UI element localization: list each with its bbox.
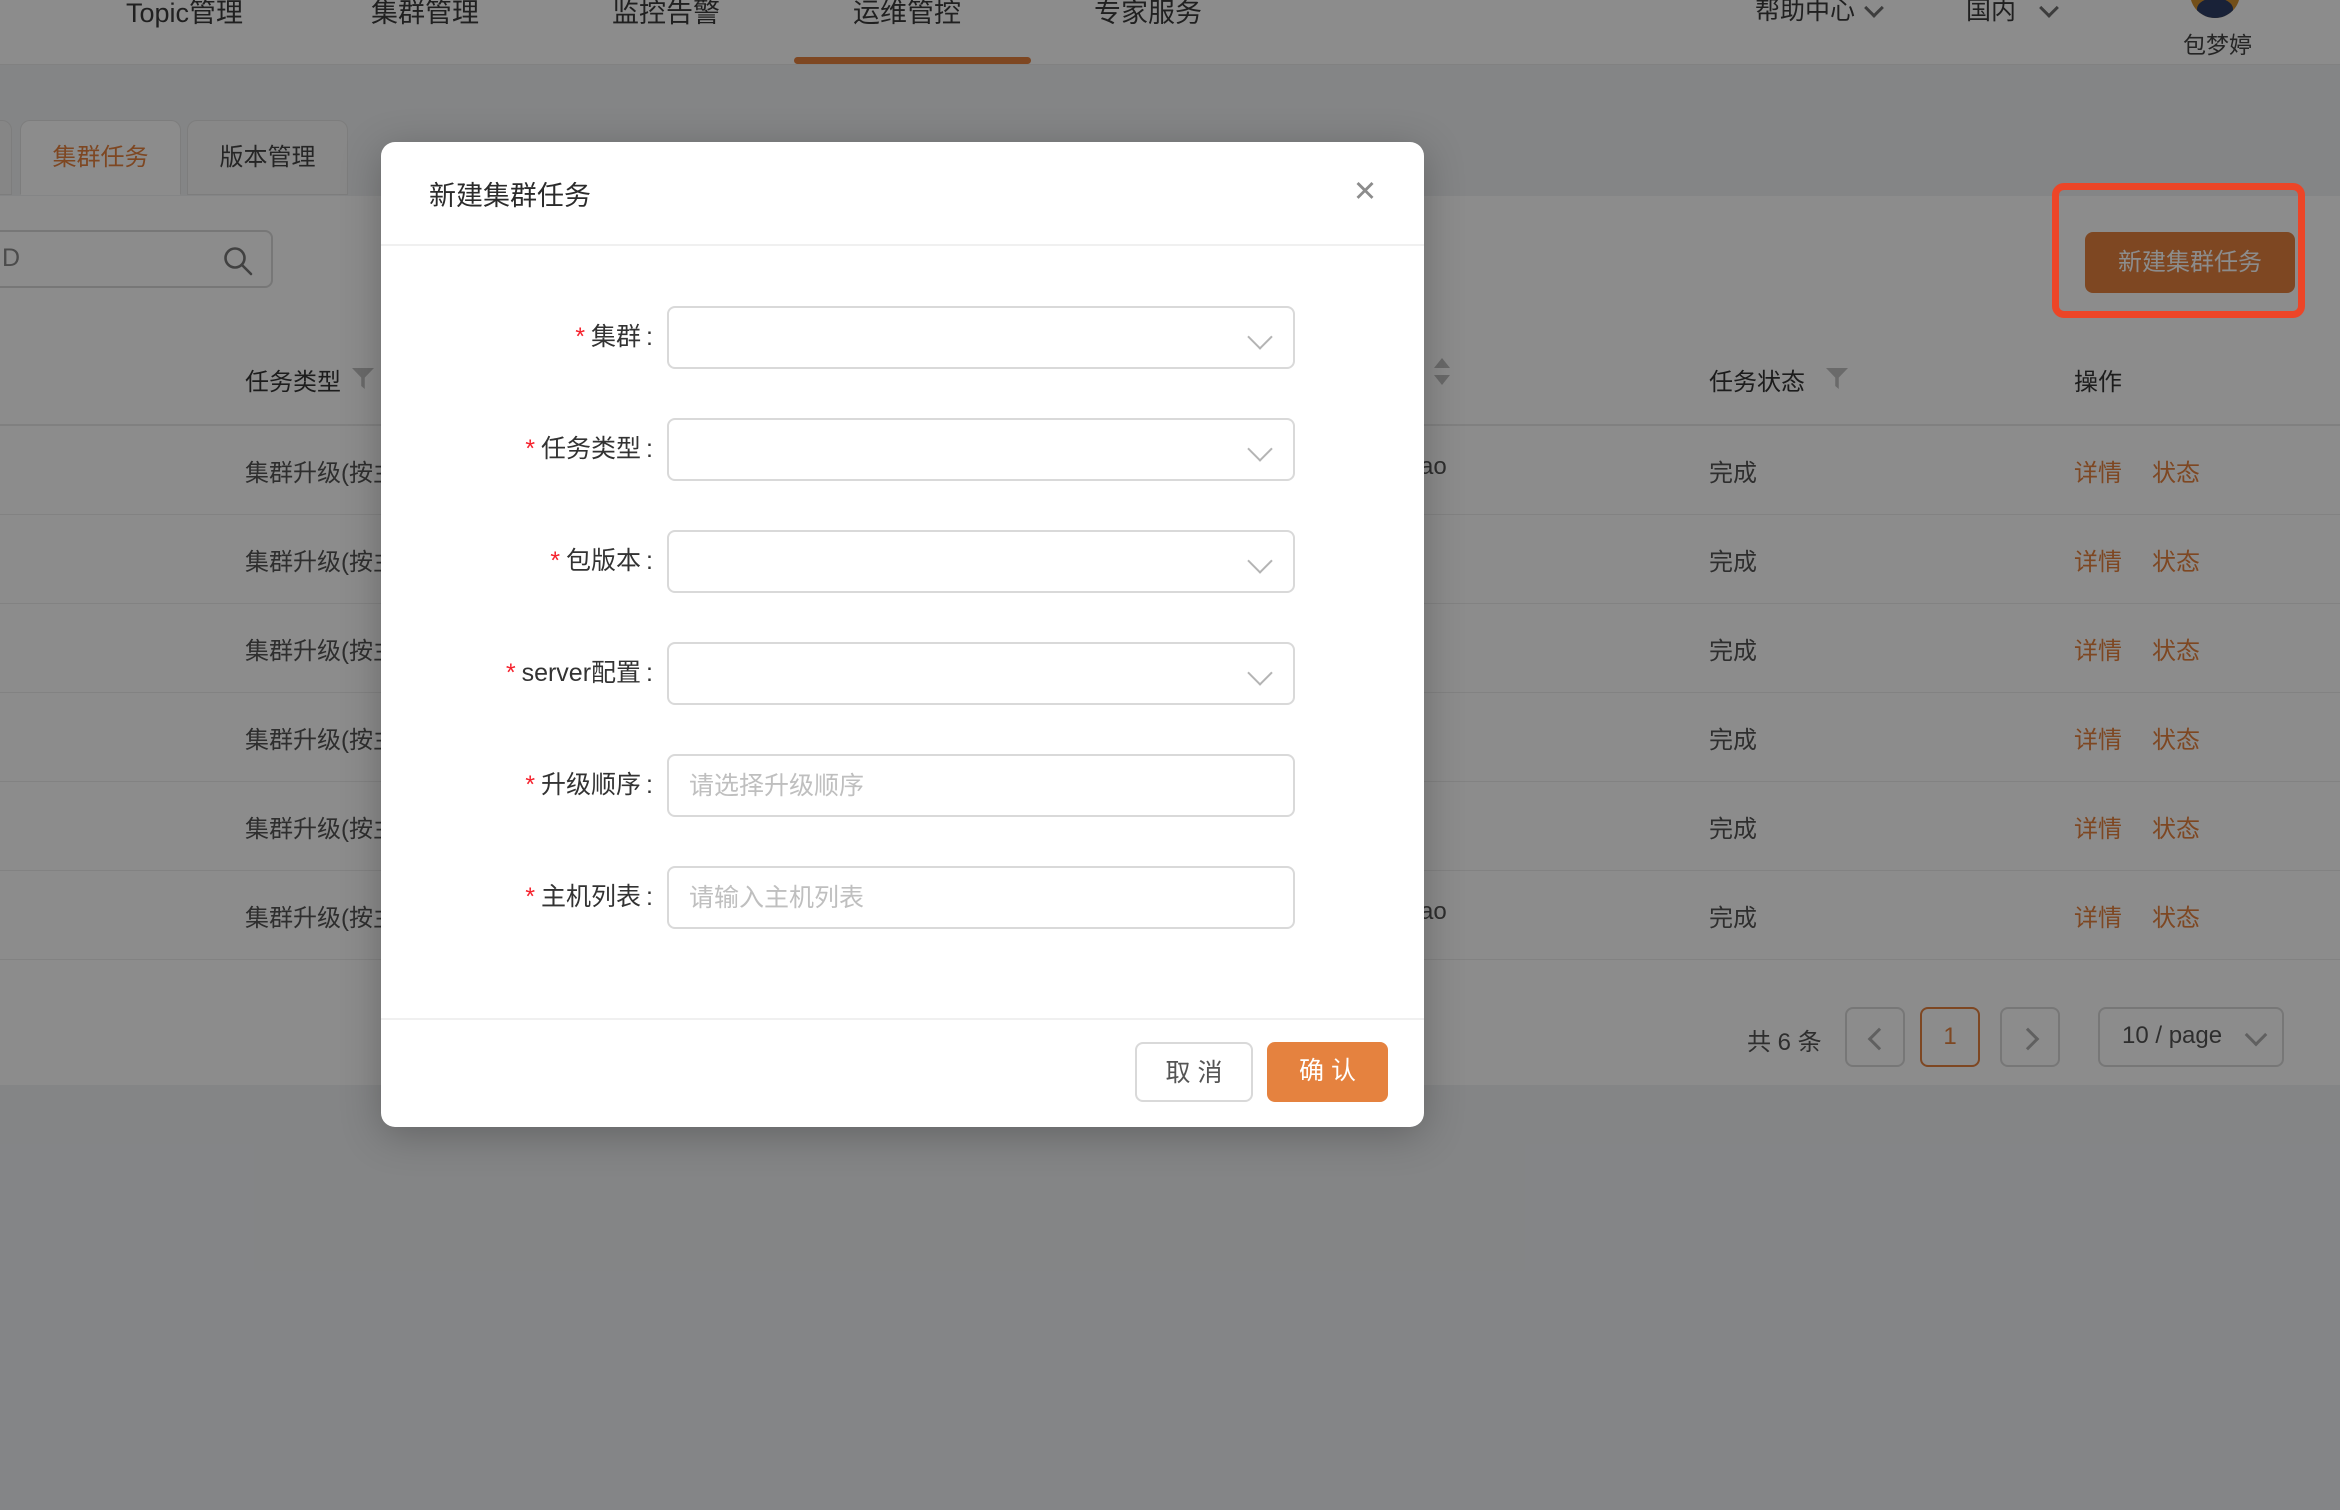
chevron-down-icon [1247,548,1272,573]
required-mark: * [505,659,515,687]
app-screen: Topic管理 集群管理 监控告警 运维管控 专家服务 帮助中心 国内 包梦婷 … [0,0,2340,1510]
required-mark: * [574,323,584,351]
package-version-select[interactable] [667,530,1295,593]
host-list-input[interactable]: 请输入主机列表 [667,866,1295,929]
close-icon[interactable] [1343,170,1387,214]
form-row-server-config: *server配置: [381,642,1424,705]
input-placeholder: 请输入主机列表 [689,868,864,928]
form-row-host-list: *主机列表: 请输入主机列表 [381,866,1424,929]
annotation-highlight-box [2052,183,2305,318]
required-mark: * [524,435,534,463]
confirm-button[interactable]: 确 认 [1267,1042,1388,1102]
required-mark: * [549,547,559,575]
field-label: *任务类型: [381,418,653,481]
modal-title: 新建集群任务 [429,174,591,213]
chevron-down-icon [1247,660,1272,685]
form-row-task-type: *任务类型: [381,418,1424,481]
field-label: *升级顺序: [381,754,653,817]
cancel-button[interactable]: 取 消 [1135,1042,1253,1102]
field-label: *包版本: [381,530,653,593]
form-row-package-version: *包版本: [381,530,1424,593]
field-label: *server配置: [381,642,653,705]
field-label: *集群: [381,306,653,369]
upgrade-order-input[interactable]: 请选择升级顺序 [667,754,1295,817]
required-mark: * [524,883,534,911]
chevron-down-icon [1247,436,1272,461]
task-type-select[interactable] [667,418,1295,481]
field-label: *主机列表: [381,866,653,929]
modal-header: 新建集群任务 [381,142,1424,246]
cluster-select[interactable] [667,306,1295,369]
modal-footer: 取 消 确 认 [381,1018,1424,1127]
form-row-cluster: *集群: [381,306,1424,369]
server-config-select[interactable] [667,642,1295,705]
chevron-down-icon [1247,324,1272,349]
input-placeholder: 请选择升级顺序 [689,756,864,816]
required-mark: * [524,771,534,799]
form-row-upgrade-order: *升级顺序: 请选择升级顺序 [381,754,1424,817]
new-cluster-task-modal: 新建集群任务 *集群: *任务类型: *包版本: *server配置: *升级顺… [381,142,1424,1127]
